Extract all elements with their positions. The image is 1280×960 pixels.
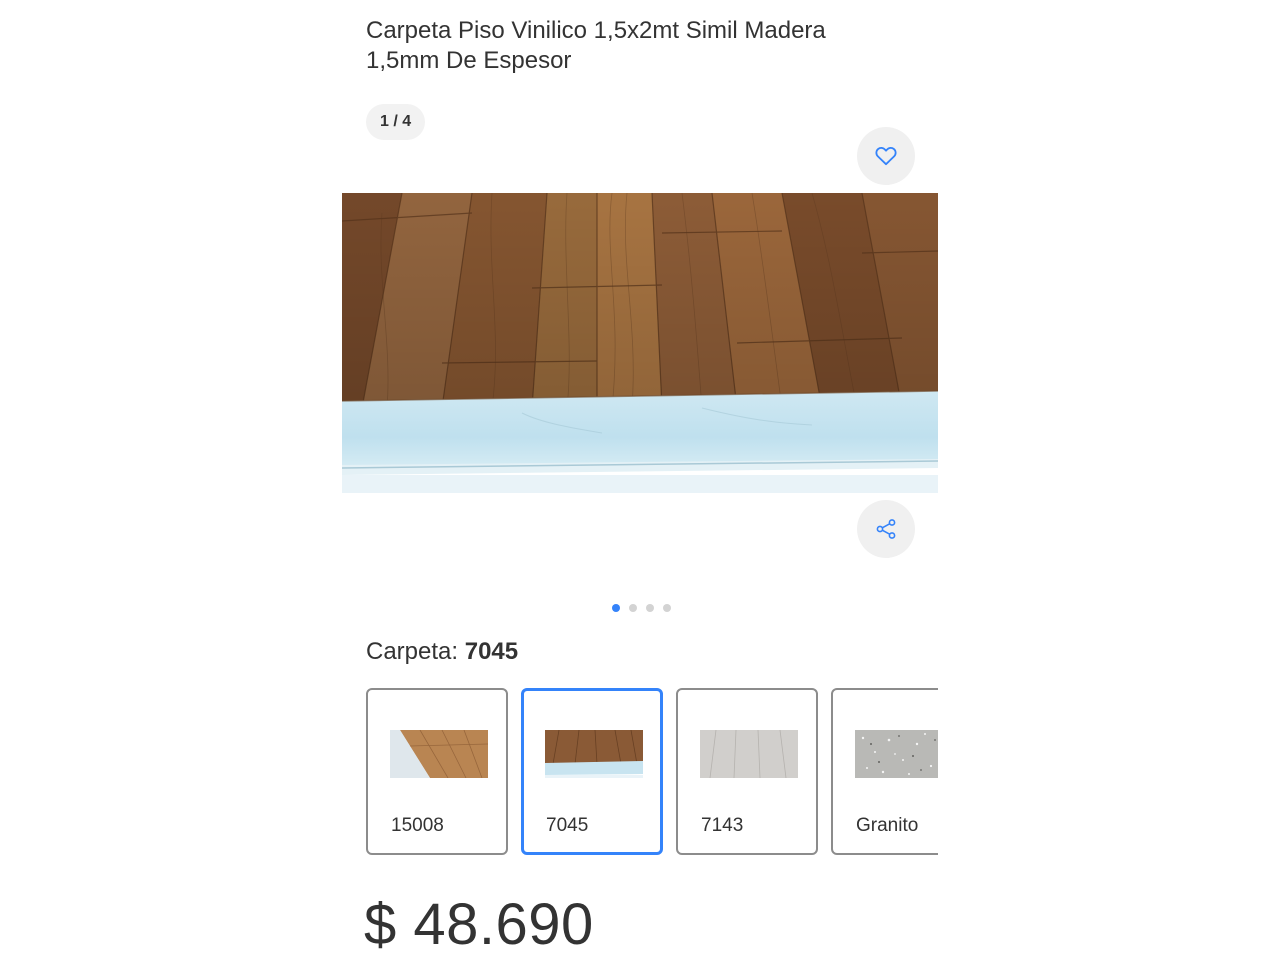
variant-thumbnail (855, 730, 938, 778)
variant-thumbnail (545, 730, 643, 778)
variant-label: Carpeta: 7045 (366, 637, 518, 667)
variant-option-7045[interactable]: 7045 (521, 688, 663, 855)
carousel-dot-3[interactable] (645, 604, 654, 612)
share-icon (876, 519, 896, 539)
product-price: $ 48.690 (364, 892, 594, 957)
variant-option-7143[interactable]: 7143 (676, 688, 818, 855)
variant-option-granito[interactable]: Granito (831, 688, 938, 855)
variant-selected-value: 7045 (464, 638, 519, 665)
variant-name: 7045 (546, 815, 589, 836)
carousel-dot-2[interactable] (628, 604, 637, 612)
variant-name: 7143 (701, 815, 744, 836)
variant-name: Granito (856, 815, 919, 836)
variant-option-15008[interactable]: 15008 (366, 688, 508, 855)
variant-name: 15008 (391, 815, 444, 836)
favorite-button[interactable] (857, 127, 915, 185)
product-title: Carpeta Piso Vinilico 1,5x2mt Simil Made… (366, 17, 826, 74)
heart-icon (875, 147, 897, 166)
product-main-image[interactable] (342, 193, 938, 493)
carousel-pagination (342, 604, 938, 612)
carousel-dot-4[interactable] (662, 604, 671, 612)
variant-options: 15008 7045 7143 Granito (366, 688, 938, 855)
share-button[interactable] (857, 500, 915, 558)
image-counter-badge: 1 / 4 (366, 104, 426, 140)
variant-thumbnail (390, 730, 488, 778)
product-page: Carpeta Piso Vinilico 1,5x2mt Simil Made… (342, 0, 938, 960)
variant-label-text: Carpeta: (366, 638, 465, 665)
carousel-dot-1[interactable] (611, 604, 620, 612)
variant-thumbnail (700, 730, 798, 778)
